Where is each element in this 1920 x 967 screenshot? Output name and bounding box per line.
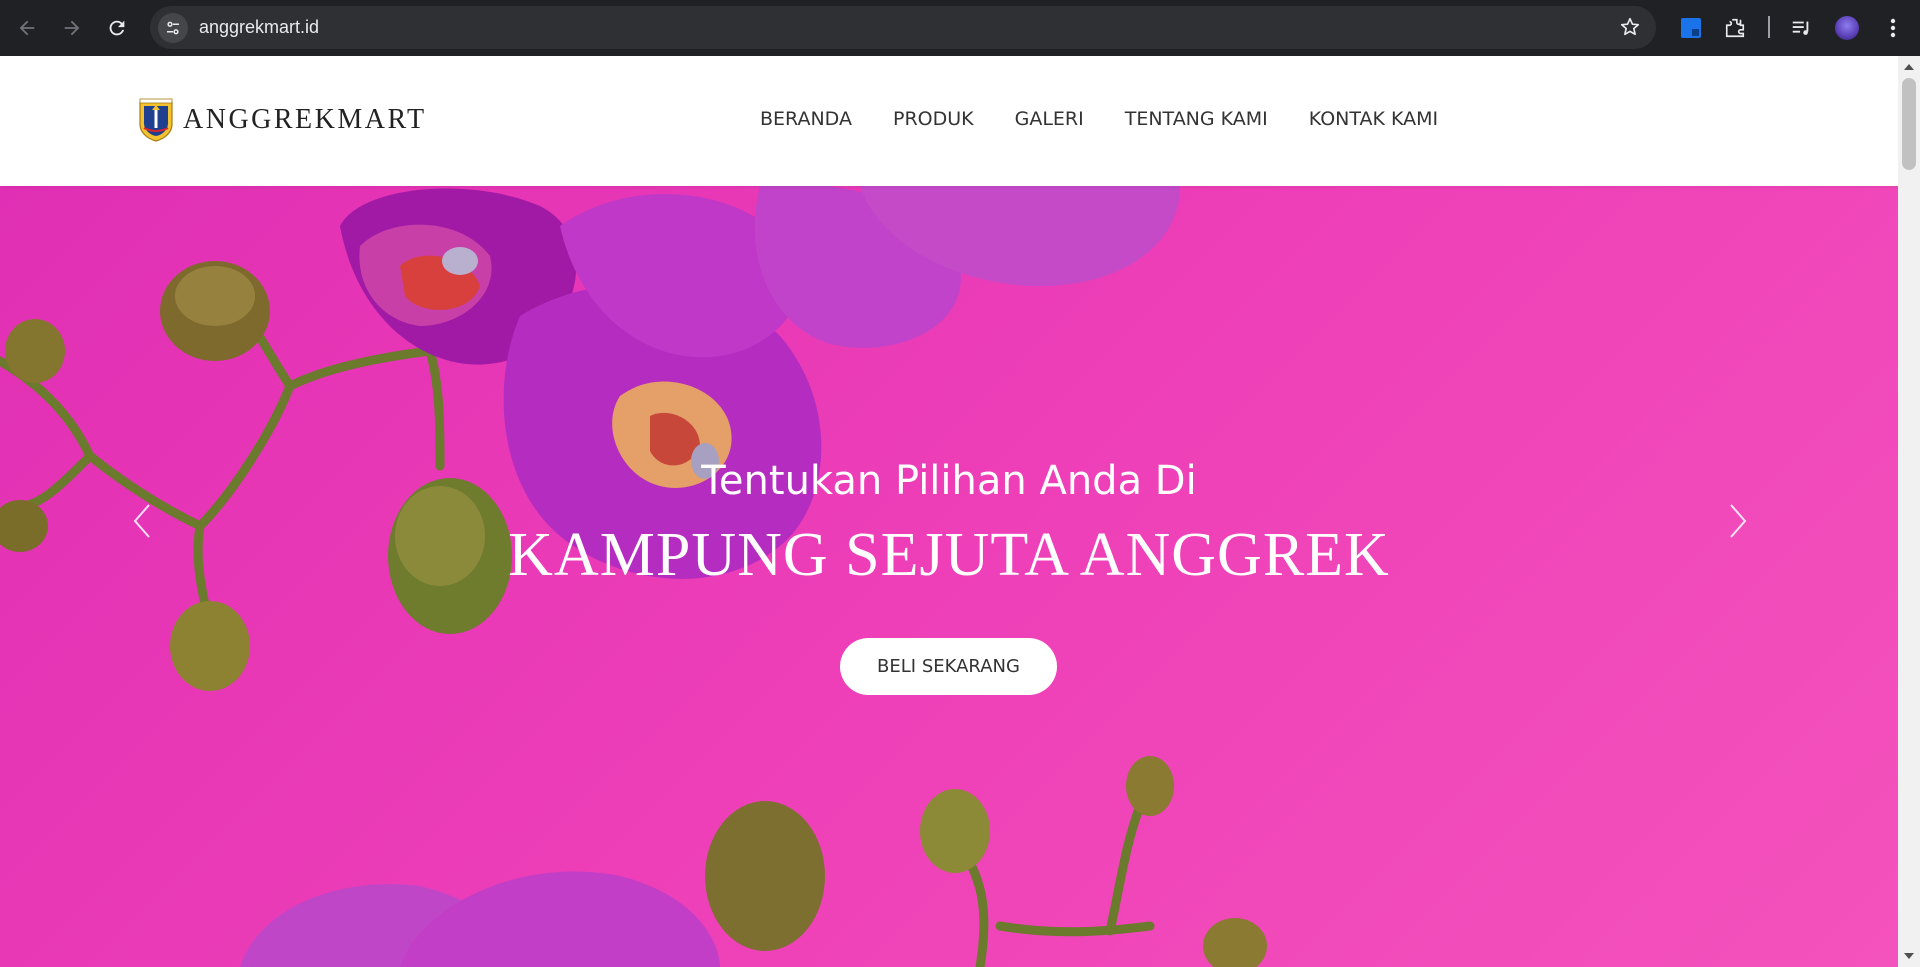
- nav-item-beranda[interactable]: BERANDA: [760, 108, 852, 130]
- nav-item-produk[interactable]: PRODUK: [893, 108, 974, 130]
- browser-toolbar: anggrekmart.id: [0, 0, 1920, 56]
- hero-subtitle: Tentukan Pilihan Anda Di: [701, 458, 1197, 504]
- hero-title: KAMPUNG SEJUTA ANGGREK: [508, 521, 1390, 589]
- page-scrollbar[interactable]: [1898, 56, 1920, 967]
- kebab-menu-icon: [1890, 18, 1896, 38]
- avatar: [1835, 16, 1859, 40]
- main-nav: BERANDA PRODUK GALERI TENTANG KAMI KONTA…: [760, 108, 1479, 130]
- address-bar[interactable]: anggrekmart.id: [150, 6, 1656, 49]
- browser-menu-button[interactable]: [1878, 13, 1908, 43]
- bookmark-button[interactable]: [1618, 15, 1642, 39]
- page-viewport: ANGGREKMART BERANDA PRODUK GALERI TENTAN…: [0, 56, 1898, 967]
- brand-name: ANGGREKMART: [183, 104, 427, 135]
- extension-app-icon: [1681, 18, 1701, 38]
- extensions-button[interactable]: [1720, 13, 1750, 43]
- arrow-left-icon: [19, 20, 35, 36]
- reload-button[interactable]: [99, 10, 135, 46]
- media-queue-button[interactable]: [1786, 13, 1816, 43]
- site-header: ANGGREKMART BERANDA PRODUK GALERI TENTAN…: [0, 56, 1898, 186]
- nav-item-galeri[interactable]: GALERI: [1015, 108, 1084, 130]
- arrow-right-icon: [64, 20, 80, 36]
- scrollbar-thumb[interactable]: [1902, 78, 1916, 170]
- nav-item-tentang-kami[interactable]: TENTANG KAMI: [1125, 108, 1268, 130]
- site-info-button[interactable]: [158, 12, 188, 43]
- nav-item-kontak-kami[interactable]: KONTAK KAMI: [1309, 108, 1438, 130]
- star-icon: [1620, 17, 1640, 36]
- profile-button[interactable]: [1832, 13, 1862, 43]
- tune-icon: [167, 21, 179, 34]
- reload-icon: [109, 20, 125, 36]
- brand[interactable]: ANGGREKMART: [138, 98, 427, 142]
- url-text[interactable]: anggrekmart.id: [199, 17, 319, 38]
- puzzle-icon: [1725, 18, 1745, 38]
- hero-carousel: Tentukan Pilihan Anda Di KAMPUNG SEJUTA …: [0, 186, 1898, 967]
- scroll-up-icon[interactable]: [1904, 64, 1914, 70]
- extension-app-button[interactable]: [1676, 13, 1706, 43]
- forward-button[interactable]: [54, 10, 90, 46]
- scroll-down-icon[interactable]: [1904, 953, 1914, 959]
- toolbar-divider: [1768, 16, 1770, 38]
- media-queue-icon: [1792, 21, 1809, 35]
- jakarta-crest-logo: [139, 98, 173, 142]
- buy-now-button[interactable]: BELI SEKARANG: [840, 638, 1057, 695]
- back-button[interactable]: [9, 10, 45, 46]
